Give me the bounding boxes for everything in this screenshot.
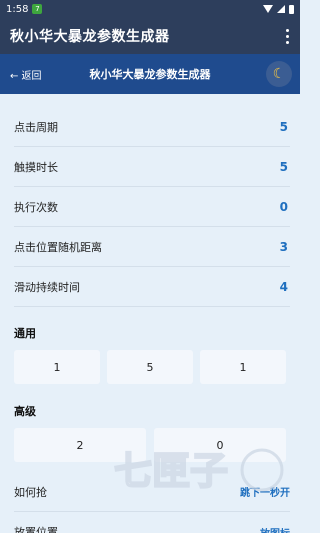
status-bar: 1:58 7 (0, 0, 300, 18)
param-value: 3 (279, 239, 288, 254)
param-value: 0 (279, 199, 288, 214)
page-title: 秋小华大暴龙参数生成器 (89, 68, 211, 81)
battery-icon (289, 4, 294, 14)
general-cell-2[interactable]: 5 (107, 350, 193, 384)
param-row-exec-count[interactable]: 执行次数 0 (14, 187, 290, 227)
param-label: 执行次数 (14, 200, 58, 214)
notification-icon: 7 (32, 4, 43, 14)
advanced-cell-2[interactable]: 0 (154, 428, 286, 462)
app-title: 秋小华大暴龙参数生成器 (10, 29, 170, 45)
theme-toggle-button[interactable]: ☾ (266, 61, 292, 87)
wifi-icon (263, 5, 273, 13)
back-button[interactable]: ← 返回 (10, 67, 42, 82)
param-value: 5 (279, 119, 288, 134)
nav-bar: ← 返回 秋小华大暴龙参数生成器 ☾ (0, 54, 300, 94)
section-title-general: 通用 (14, 327, 36, 340)
param-value: 5 (279, 159, 288, 174)
general-cell-1[interactable]: 1 (14, 350, 100, 384)
placement-label: 放置位置 (14, 526, 58, 533)
howto-row[interactable]: 如何抢 跳下一秒开 (14, 472, 290, 512)
param-label: 点击位置随机距离 (14, 240, 102, 254)
section-title-advanced: 高级 (14, 405, 36, 418)
param-row-click-cycle[interactable]: 点击周期 5 (14, 107, 290, 147)
param-label: 触摸时长 (14, 160, 58, 174)
param-label: 滑动持续时间 (14, 280, 80, 294)
howto-link[interactable]: 跳下一秒开 (240, 484, 290, 499)
param-row-touch-duration[interactable]: 触摸时长 5 (14, 147, 290, 187)
general-cell-3[interactable]: 1 (200, 350, 286, 384)
app-bar: 秋小华大暴龙参数生成器 (0, 18, 300, 54)
param-row-random-distance[interactable]: 点击位置随机距离 3 (14, 227, 290, 267)
signal-icon (277, 5, 285, 13)
howto-label: 如何抢 (14, 485, 47, 499)
moon-icon: ☾ (272, 66, 286, 82)
status-icons (263, 4, 294, 14)
param-value: 4 (279, 279, 288, 294)
placement-row[interactable]: 放置位置 放图标 (14, 512, 290, 533)
advanced-cell-1[interactable]: 2 (14, 428, 146, 462)
param-row-swipe-duration[interactable]: 滑动持续时间 4 (14, 267, 290, 307)
status-time: 1:58 (6, 3, 29, 15)
param-label: 点击周期 (14, 120, 58, 134)
content: 点击周期 5 触摸时长 5 执行次数 0 点击位置随机距离 3 滑动持续时间 4… (0, 94, 300, 533)
placement-link[interactable]: 放图标 (260, 525, 290, 533)
overflow-menu-icon[interactable] (286, 29, 290, 44)
